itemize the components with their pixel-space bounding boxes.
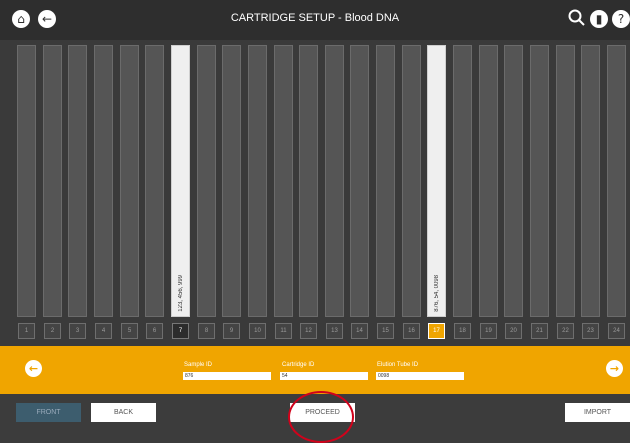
info-bar: ← Sample ID 876 Cartridge ID 54 Elution … [0,346,630,394]
cartridge-slot[interactable] [607,45,626,317]
cartridge-slot[interactable] [479,45,498,317]
front-button[interactable]: FRONT [16,403,81,422]
cartridge-slot[interactable] [274,45,293,317]
cartridge-rack: 123, 456, 999 876, 54, 0098 1 2 3 4 5 6 7 8 9 10 11… [0,40,630,346]
bottom-bar: FRONT BACK PROCEED IMPORT [0,394,630,431]
slot-number[interactable]: 24 [608,323,625,339]
slot-number[interactable]: 13 [326,323,343,339]
slot-number[interactable]: 16 [403,323,420,339]
cartridge-id-label: Cartridge ID [282,362,315,368]
help-icon[interactable]: ? [612,10,630,28]
cartridge-slot[interactable] [68,45,87,317]
battery-icon[interactable]: ▮ [590,10,608,28]
slot-number[interactable]: 1 [18,323,35,339]
slot-number[interactable]: 3 [69,323,86,339]
previous-arrow-icon[interactable]: ← [25,360,42,377]
slot-label: 876, 54, 0098 [434,275,440,312]
slot-number[interactable]: 20 [505,323,522,339]
slot-number[interactable]: 22 [557,323,574,339]
slot-number[interactable]: 10 [249,323,266,339]
import-button[interactable]: IMPORT [565,403,630,422]
cartridge-slot[interactable] [43,45,62,317]
cartridge-slot[interactable] [197,45,216,317]
cartridge-slot[interactable] [402,45,421,317]
cartridge-slot[interactable] [530,45,549,317]
cartridge-slot[interactable]: 123, 456, 999 [171,45,190,317]
cartridge-slot[interactable] [556,45,575,317]
slot-number[interactable]: 5 [121,323,138,339]
slot-number[interactable]: 7 [172,323,189,339]
cartridge-slot[interactable] [120,45,139,317]
cartridge-slot[interactable] [325,45,344,317]
search-icon[interactable] [568,9,586,27]
slot-label: 123, 456, 999 [178,275,184,312]
cartridge-slot[interactable] [453,45,472,317]
elution-tube-id-label: Elution Tube ID [377,362,419,368]
slot-number[interactable]: 18 [454,323,471,339]
cartridge-id-field[interactable]: 54 [280,372,368,380]
cartridge-slot[interactable] [145,45,164,317]
cartridge-slot[interactable] [222,45,241,317]
proceed-button[interactable]: PROCEED [290,403,355,422]
slot-number[interactable]: 21 [531,323,548,339]
page-title: CARTRIDGE SETUP - Blood DNA [230,12,400,24]
elution-tube-id-field[interactable]: 0098 [376,372,464,380]
slot-number[interactable]: 15 [377,323,394,339]
slot-number[interactable]: 11 [275,323,292,339]
slot-number[interactable]: 2 [44,323,61,339]
slot-number[interactable]: 14 [351,323,368,339]
sample-id-field[interactable]: 876 [183,372,271,380]
cartridge-slot[interactable] [376,45,395,317]
cartridge-slot[interactable] [350,45,369,317]
slot-number[interactable]: 9 [223,323,240,339]
slot-number[interactable]: 6 [146,323,163,339]
cartridge-slot[interactable] [94,45,113,317]
slot-number[interactable]: 19 [480,323,497,339]
cartridge-slot[interactable] [581,45,600,317]
header-bar: ⌂ ← CARTRIDGE SETUP - Blood DNA ▮ ? [0,0,630,40]
slot-number[interactable]: 12 [300,323,317,339]
slot-number[interactable]: 8 [198,323,215,339]
back-button[interactable]: BACK [91,403,156,422]
slot-number[interactable]: 4 [95,323,112,339]
cartridge-slot[interactable] [248,45,267,317]
slot-number[interactable]: 17 [428,323,445,339]
sample-id-label: Sample ID [184,362,213,368]
cartridge-slot[interactable] [17,45,36,317]
cartridge-slot[interactable] [504,45,523,317]
cartridge-slot[interactable] [299,45,318,317]
slot-number[interactable]: 23 [582,323,599,339]
next-arrow-icon[interactable]: → [606,360,623,377]
cartridge-slot[interactable]: 876, 54, 0098 [427,45,446,317]
